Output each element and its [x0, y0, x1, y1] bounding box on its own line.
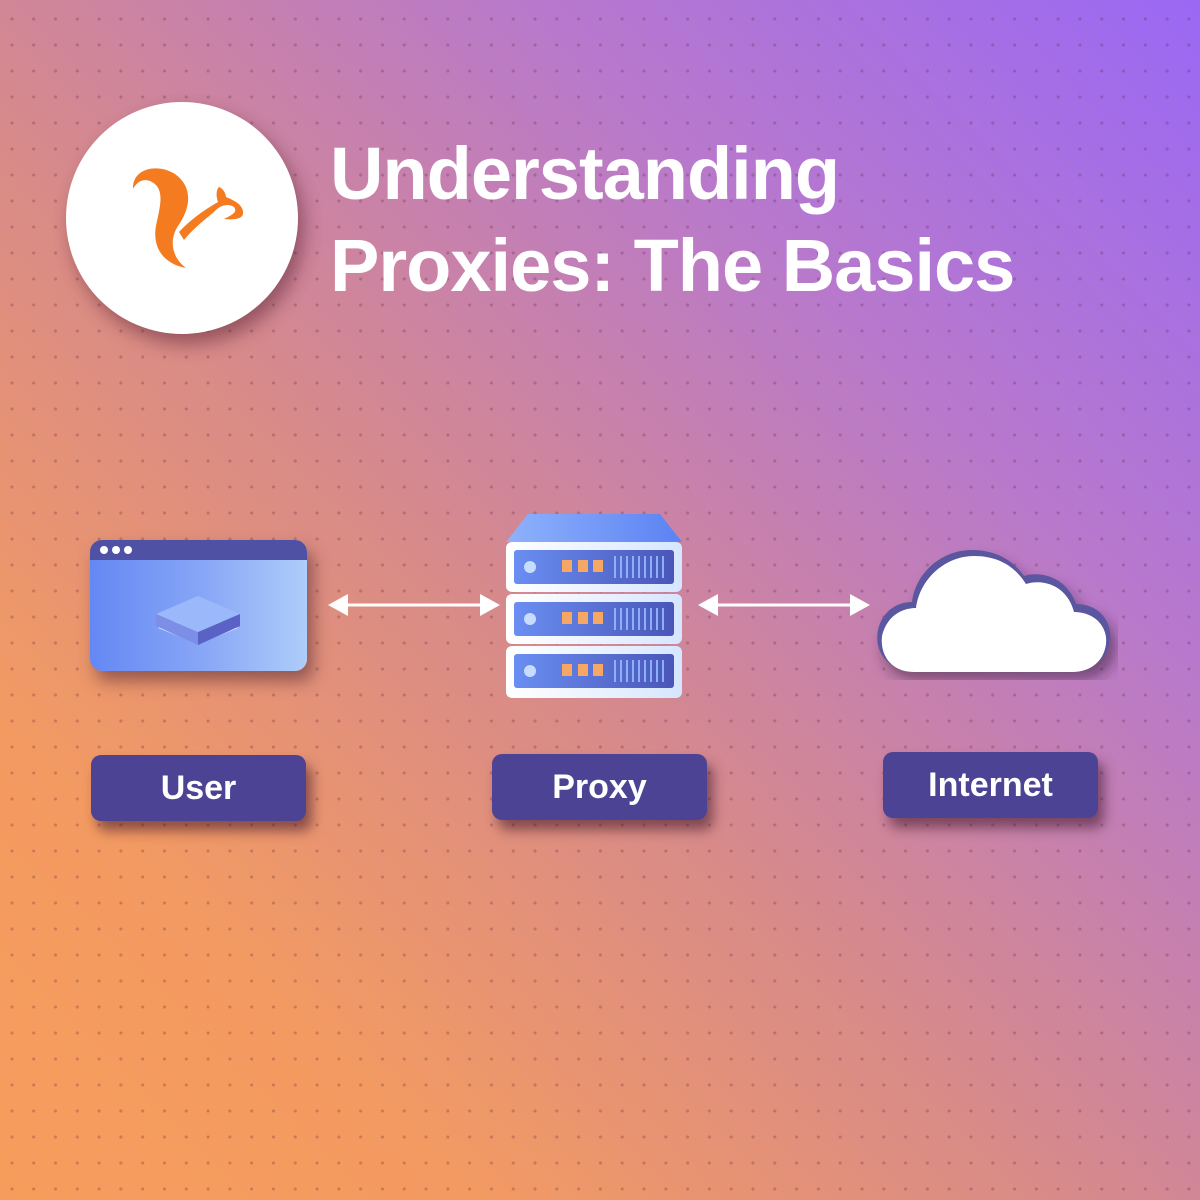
squirrel-logo-icon	[132, 168, 244, 268]
browser-title-bar	[90, 540, 307, 560]
cloud-icon	[877, 550, 1111, 672]
server-unit	[506, 594, 682, 644]
user-label-text: User	[160, 768, 237, 807]
proxy-label: Proxy	[492, 754, 707, 820]
internet-label: Internet	[883, 752, 1098, 818]
internet-label-text: Internet	[928, 765, 1053, 804]
logo-badge	[66, 102, 298, 334]
server-unit	[506, 646, 682, 698]
proxy-label-text: Proxy	[552, 767, 647, 806]
window-dot	[100, 546, 108, 554]
window-dot	[112, 546, 120, 554]
title-line-2: Proxies: The Basics	[330, 224, 1015, 307]
browser-window-icon	[90, 540, 307, 671]
bidirectional-arrow-icon	[698, 594, 870, 616]
layers-icon	[156, 596, 240, 645]
server-stack-icon	[506, 514, 682, 698]
user-label: User	[91, 755, 306, 821]
window-dot	[124, 546, 132, 554]
title-line-1: Understanding	[330, 132, 840, 215]
page-title: Understanding Proxies: The Basics	[330, 128, 1015, 312]
bidirectional-arrow-icon	[328, 594, 500, 616]
server-unit	[506, 542, 682, 592]
